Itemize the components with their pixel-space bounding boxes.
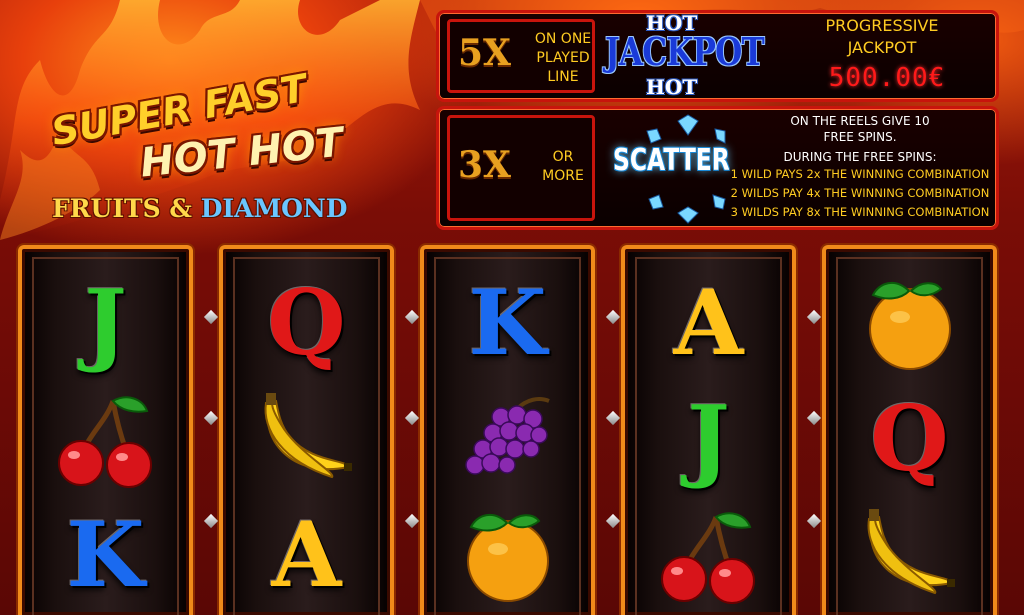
symbol-j: J xyxy=(34,265,177,381)
symbol-letter: Q xyxy=(870,386,949,492)
reel-window: JK xyxy=(32,257,179,615)
jackpot-condition: ON ONE PLAYED LINE xyxy=(528,30,598,87)
symbol-a: A xyxy=(637,265,780,381)
reel-window: Q xyxy=(836,257,983,615)
symbol-letter: A xyxy=(673,270,744,376)
cherry-icon xyxy=(637,497,780,613)
progressive-label-line: JACKPOT xyxy=(847,38,917,57)
logo-fruits-text: FRUITS & xyxy=(52,194,192,223)
symbol-k: K xyxy=(34,497,177,613)
symbol-letter: K xyxy=(66,502,145,608)
progressive-label-line: PROGRESSIVE xyxy=(825,16,939,35)
jackpot-condition-line: PLAYED xyxy=(536,50,590,66)
wild-pay-line: 1 WILD PAYS 2x THE WINNING COMBINATION xyxy=(730,167,990,181)
symbol-letter: Q xyxy=(267,270,346,376)
wild-pay-line: 2 WILDS PAY 4x THE WINNING COMBINATION xyxy=(730,186,990,200)
orange-icon xyxy=(838,265,981,381)
banana-icon xyxy=(838,497,981,613)
reel-1: JK xyxy=(18,245,193,615)
jackpot-condition-line: ON ONE xyxy=(534,31,592,47)
grapes-icon xyxy=(436,381,579,497)
symbol-j: J xyxy=(637,381,780,497)
jackpot-condition-line: LINE xyxy=(547,69,579,85)
scatter-condition-line: MORE xyxy=(542,168,584,184)
logo-subtitle: FRUITS & DIAMOND xyxy=(52,194,347,223)
progressive-jackpot-value: 500.00€ xyxy=(828,63,946,93)
logo-diamond-text: DIAMOND xyxy=(200,194,348,223)
symbol-q: Q xyxy=(235,265,378,381)
free-spins-info: ON THE REELS GIVE 10 FREE SPINS. DURING … xyxy=(729,113,991,222)
game-logo: SUPER FAST HOT HOT FRUITS & DIAMOND xyxy=(20,66,420,240)
reel-window: QA xyxy=(233,257,380,615)
reel-5: Q xyxy=(822,245,997,615)
cherry-icon xyxy=(34,381,177,497)
reel-4: AJ xyxy=(621,245,796,615)
free-spins-line: DURING THE FREE SPINS: xyxy=(783,150,937,164)
symbol-letter: J xyxy=(84,270,127,376)
hot-jackpot-logo: JACKPOT xyxy=(605,29,765,74)
reel-3: K xyxy=(420,245,595,615)
reel-window: AJ xyxy=(635,257,782,615)
jackpot-multiplier: 5X xyxy=(458,32,511,74)
symbol-letter: J xyxy=(687,386,730,492)
symbol-letter: K xyxy=(468,270,547,376)
scatter-condition-line: OR xyxy=(552,149,574,165)
symbol-k: K xyxy=(436,265,579,381)
scatter-logo: SCATTER xyxy=(613,143,730,178)
jackpot-multiplier-box: 5X ON ONE PLAYED LINE xyxy=(447,19,595,93)
wild-pay-line: 3 WILDS PAY 8x THE WINNING COMBINATION xyxy=(730,205,990,219)
hot-bottom-label: HOT xyxy=(646,75,698,99)
free-spins-line: FREE SPINS. xyxy=(823,130,897,144)
scatter-multiplier: 3X xyxy=(458,144,511,186)
free-spins-line: ON THE REELS GIVE 10 xyxy=(790,114,930,128)
symbol-q: Q xyxy=(838,381,981,497)
symbol-letter: A xyxy=(271,502,342,608)
scatter-multiplier-box: 3X OR MORE xyxy=(447,115,595,221)
banana-icon xyxy=(235,381,378,497)
reel-window: K xyxy=(434,257,581,615)
progressive-jackpot-label: PROGRESSIVE JACKPOT xyxy=(807,15,957,59)
reel-2: QA xyxy=(219,245,394,615)
symbol-a: A xyxy=(235,497,378,613)
orange-icon xyxy=(436,497,579,613)
scatter-condition: OR MORE xyxy=(538,148,588,186)
jackpot-info-panel: 5X ON ONE PLAYED LINE HOT JACKPOT HOT PR… xyxy=(436,10,999,102)
scatter-info-panel: 3X OR MORE SCATTER ON THE REELS GIVE 10 … xyxy=(436,106,999,230)
